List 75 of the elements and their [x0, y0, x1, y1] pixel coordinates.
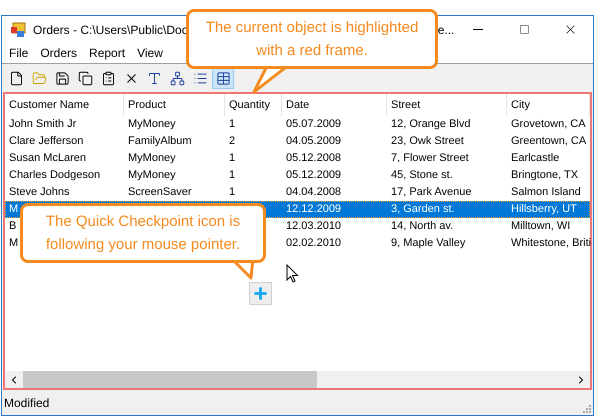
table-cell[interactable]: Whitestone, Briti [511, 237, 592, 250]
table-cell[interactable]: M [9, 203, 18, 216]
app-icon [10, 22, 26, 38]
table-cell[interactable]: Earlcastle [511, 152, 560, 164]
table-icon [216, 70, 230, 86]
menu-item[interactable]: View [131, 44, 169, 62]
table-cell[interactable]: 12, Orange Blvd [391, 118, 470, 130]
table-cell[interactable]: 7, Flower Street [391, 152, 469, 164]
callout-text: The Quick Checkpoint icon is following your mouse pointer. [46, 213, 240, 253]
minimize-icon [473, 29, 483, 30]
table-cell[interactable]: MyMoney [128, 169, 176, 182]
table-cell[interactable]: Salmon Island [511, 186, 581, 198]
table-cell[interactable]: 17, Park Avenue [391, 186, 472, 198]
table-cell[interactable]: Clare Jefferson [9, 135, 84, 148]
table-cell[interactable]: M [9, 237, 18, 250]
folder-icon [32, 70, 46, 86]
table-cell[interactable]: 23, Owk Street [391, 135, 464, 148]
text-icon [146, 70, 162, 86]
table-cell[interactable]: FamilyAlbum [128, 135, 192, 148]
table-cell[interactable]: ScreenSaver [128, 186, 192, 198]
table-cell[interactable]: 9, Maple Valley [391, 237, 466, 250]
maximize-icon [518, 24, 530, 35]
callout-text: The current object is highlighted with a red frame. [206, 19, 418, 59]
table-cell[interactable]: Milltown, WI [511, 220, 570, 232]
toolbar-button[interactable] [212, 67, 234, 89]
table-cell[interactable]: 02.02.2010 [286, 237, 342, 250]
table-cell[interactable]: 1 [229, 152, 236, 164]
list-icon [192, 70, 208, 86]
table-cell[interactable]: Grovetown, CA [511, 118, 586, 130]
copy-icon [78, 70, 92, 86]
table-cell[interactable]: 04.04.2008 [286, 186, 342, 198]
table-cell[interactable]: 45, Stone st. [391, 169, 453, 182]
table-cell[interactable]: 12.03.2010 [286, 220, 342, 232]
table-cell[interactable]: MyMoney [128, 152, 176, 164]
plus-icon [252, 285, 269, 302]
table-cell[interactable]: 14, North av. [391, 220, 454, 232]
table-cell[interactable]: 04.05.2009 [286, 135, 342, 148]
table-cell[interactable]: Greentown, CA [511, 135, 586, 148]
column-header[interactable]: City [507, 94, 590, 116]
table-cell[interactable]: 05.12.2008 [286, 152, 342, 164]
table-cell[interactable]: John Smith Jr [9, 118, 76, 130]
window-title: e... [438, 22, 454, 38]
menu-item[interactable]: Orders [34, 44, 84, 62]
quick-checkpoint-button[interactable] [249, 282, 272, 305]
column-header[interactable]: Product [124, 94, 225, 116]
table-cell[interactable]: B [9, 220, 16, 232]
table-cell[interactable]: 2 [229, 135, 236, 148]
mouse-pointer-icon [286, 264, 299, 284]
table-cell[interactable]: 3, Garden st. [391, 203, 455, 216]
table-cell[interactable]: Hillsberry, UT [511, 203, 577, 216]
horizontal-scrollbar[interactable] [5, 371, 590, 388]
status-text: Modified [4, 394, 50, 412]
resize-grip-icon[interactable] [583, 405, 591, 413]
column-header[interactable]: Quantity [225, 94, 282, 116]
window-title: Orders - C:\Users\Public\Doc [33, 22, 188, 38]
table-cell[interactable]: MyMoney [128, 118, 176, 130]
table-cell[interactable]: Bringtone, TX [511, 169, 578, 182]
column-header[interactable]: Date [282, 94, 387, 116]
table-cell[interactable]: Susan McLaren [9, 152, 86, 164]
column-header[interactable]: Customer Name [5, 94, 124, 116]
tree-icon [170, 70, 184, 86]
table-cell[interactable]: 05.12.2009 [286, 169, 342, 182]
table-cell[interactable]: 1 [229, 118, 236, 130]
menu-item[interactable]: File [3, 44, 34, 62]
clipboard-icon [100, 70, 116, 86]
table-cell[interactable]: Steve Johns [9, 186, 70, 198]
table-cell[interactable]: 05.07.2009 [286, 118, 342, 130]
table-cell[interactable]: 1 [229, 169, 236, 182]
table-cell[interactable]: 1 [229, 186, 236, 198]
menu-item[interactable]: Report [83, 44, 132, 62]
table-cell[interactable]: 12.12.2009 [286, 203, 342, 216]
column-header[interactable]: Street [387, 94, 507, 116]
table-cell[interactable]: Charles Dodgeson [9, 169, 100, 182]
document-icon [8, 70, 24, 86]
scrollbar-thumb[interactable] [23, 371, 317, 388]
